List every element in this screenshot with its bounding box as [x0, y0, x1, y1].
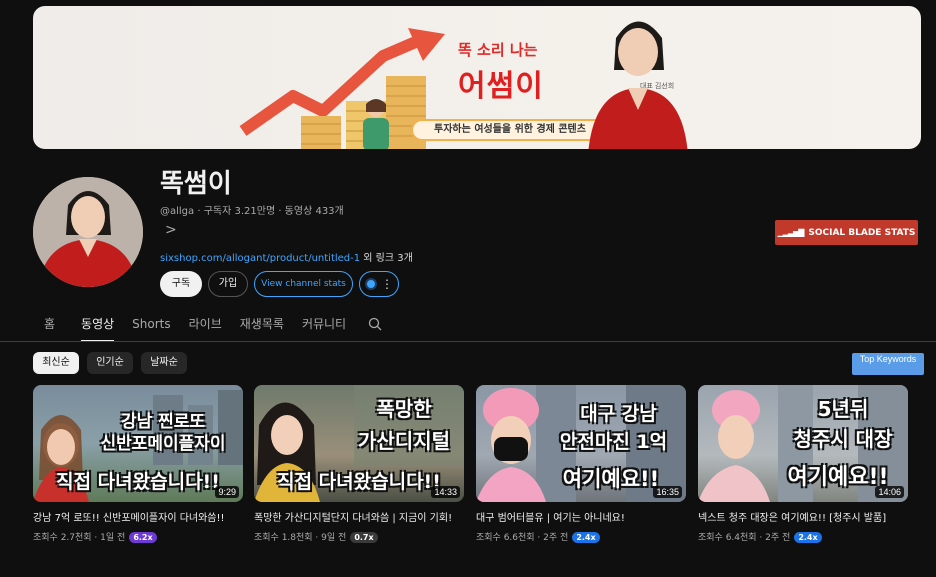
- social-blade-label: SOCIAL BLADE STATS: [808, 228, 916, 238]
- chip-latest[interactable]: 최신순: [33, 352, 79, 374]
- join-button[interactable]: 가입: [208, 271, 248, 297]
- banner-tagline: 똑 소리 나는: [458, 41, 538, 59]
- video-title[interactable]: 대구 범어터블유 | 여기는 아니네요!: [476, 511, 686, 526]
- outlier-badge: 6.2x: [129, 532, 157, 543]
- video-meta: 조회수 6.6천회 · 2주 전 2.4x: [476, 530, 686, 543]
- thumbnail-text-line2: 가산디지털: [358, 429, 450, 453]
- social-blade-stats-button[interactable]: ▁▂▃▅▇ SOCIAL BLADE STATS: [775, 220, 918, 245]
- video-title[interactable]: 강남 7억 로또!! 신반포메이플자이 다녀와씀!!: [33, 511, 243, 526]
- video-card[interactable]: 대구 강남 안전마진 1억 여기예요!! 16:35 대구 범어터블유 | 여기…: [476, 385, 686, 543]
- subscribe-button[interactable]: 구독: [160, 271, 202, 297]
- video-duration: 16:35: [653, 486, 682, 498]
- thumbnail-text-line1: 대구 강남: [580, 403, 657, 425]
- video-title[interactable]: 폭망한 가산디지털단지 다녀와씀 | 지금이 기회!: [254, 511, 464, 526]
- channel-link-extra[interactable]: 외 링크 3개: [360, 253, 413, 264]
- video-views: 조회수 6.4천회 · 2주 전: [698, 533, 791, 543]
- video-thumbnail[interactable]: 폭망한 가산디지털 직접 다녀왔습니다!! 14:33: [254, 385, 464, 502]
- extension-logo-icon: [365, 278, 377, 290]
- outlier-badge: 2.4x: [572, 532, 600, 543]
- tab-live[interactable]: 라이브: [189, 310, 222, 342]
- extension-menu-button[interactable]: ⋮: [359, 271, 399, 297]
- channel-link[interactable]: sixshop.com/allogant/product/untitled-1: [160, 253, 360, 264]
- channel-links: sixshop.com/allogant/product/untitled-1 …: [160, 249, 413, 264]
- chip-oldest[interactable]: 날짜순: [141, 352, 187, 374]
- video-thumbnail[interactable]: 강남 찐로또 신반포메이플자이 직접 다녀왔습니다!! 9:29: [33, 385, 243, 502]
- channel-tabs: 홈 동영상 Shorts 라이브 재생목록 커뮤니티: [33, 310, 382, 342]
- channel-avatar[interactable]: [33, 177, 143, 287]
- video-duration: 9:29: [215, 486, 239, 498]
- banner-brand: 어썸이: [458, 69, 544, 104]
- video-duration: 14:06: [875, 486, 904, 498]
- video-views: 조회수 6.6천회 · 2주 전: [476, 533, 569, 543]
- video-meta: 조회수 2.7천회 · 1일 전 6.2x: [33, 530, 243, 543]
- bar-chart-icon: ▁▂▃▅▇: [777, 228, 805, 237]
- outlier-badge: 2.4x: [794, 532, 822, 543]
- avatar-photo: [33, 177, 143, 287]
- video-card[interactable]: 5년뒤 청주시 대장 여기예요!! 14:06 넥스트 청주 대장은 여기예요!…: [698, 385, 908, 543]
- video-duration: 14:33: [431, 486, 460, 498]
- video-title[interactable]: 넥스트 청주 대장은 여기예요!! [청주시 발품]: [698, 511, 908, 526]
- channel-meta: @allga · 구독자 3.21만명 · 동영상 433개: [160, 206, 344, 217]
- video-meta: 조회수 1.8천회 · 9일 전 0.7x: [254, 530, 464, 543]
- channel-name: 똑썸이: [160, 169, 232, 199]
- host-photo: [588, 21, 688, 149]
- thumbnail-text-line3: 직접 다녀왔습니다!!: [56, 471, 220, 493]
- thumbnail-text-line2: 신반포메이플자이: [100, 434, 226, 454]
- search-icon[interactable]: [368, 317, 382, 335]
- more-info-chevron-icon[interactable]: >: [165, 222, 177, 238]
- tab-home[interactable]: 홈: [44, 310, 55, 342]
- illustrated-woman-graphic: [363, 99, 389, 149]
- view-channel-stats-button[interactable]: View channel stats: [254, 271, 353, 297]
- more-options-icon: ⋮: [381, 277, 393, 291]
- tabs-divider: [0, 341, 936, 342]
- video-card[interactable]: 폭망한 가산디지털 직접 다녀왔습니다!! 14:33 폭망한 가산디지털단지 …: [254, 385, 464, 543]
- top-keywords-button[interactable]: Top Keywords: [852, 353, 924, 375]
- tab-community[interactable]: 커뮤니티: [302, 310, 346, 342]
- tab-playlists[interactable]: 재생목록: [240, 310, 284, 342]
- video-views: 조회수 1.8천회 · 9일 전: [254, 533, 347, 543]
- outlier-badge: 0.7x: [350, 532, 378, 543]
- thumbnail-text-line2: 안전마진 1억: [559, 431, 668, 453]
- video-views: 조회수 2.7천회 · 1일 전: [33, 533, 126, 543]
- video-thumbnail[interactable]: 5년뒤 청주시 대장 여기예요!! 14:06: [698, 385, 908, 502]
- tab-shorts[interactable]: Shorts: [132, 310, 170, 342]
- chip-popular[interactable]: 인기순: [87, 352, 133, 374]
- video-card[interactable]: 강남 찐로또 신반포메이플자이 직접 다녀왔습니다!! 9:29 강남 7억 로…: [33, 385, 243, 543]
- tab-videos[interactable]: 동영상: [81, 310, 115, 342]
- video-thumbnail[interactable]: 대구 강남 안전마진 1억 여기예요!! 16:35: [476, 385, 686, 502]
- thumbnail-text-line1: 5년뒤: [817, 397, 869, 421]
- channel-banner: 똑 소리 나는 어썸이 투자하는 여성들을 위한 경제 콘텐츠 대표 김선희: [33, 6, 921, 149]
- video-meta: 조회수 6.4천회 · 2주 전 2.4x: [698, 530, 908, 543]
- thumbnail-text-line2: 청주시 대장: [793, 427, 893, 451]
- thumbnail-text-line1: 폭망한: [376, 397, 432, 421]
